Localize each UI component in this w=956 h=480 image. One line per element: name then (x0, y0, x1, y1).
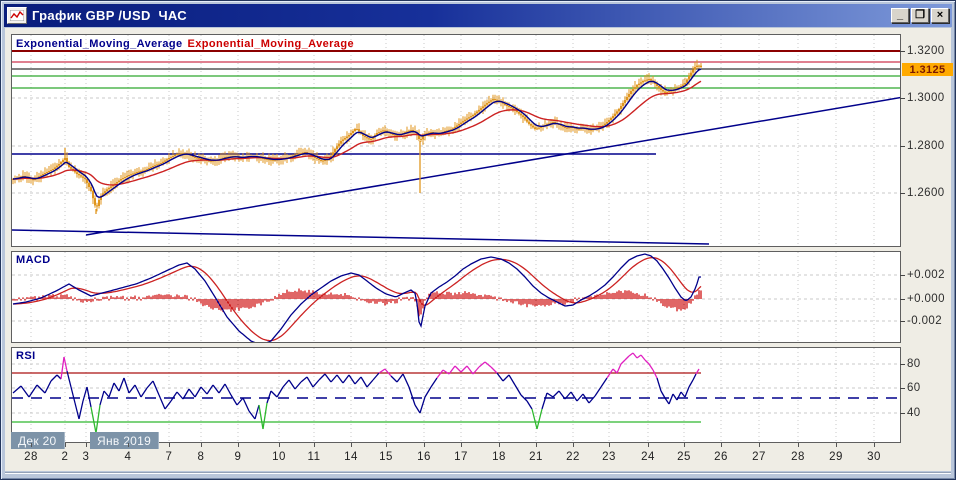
rsi-axis-label: 60 (907, 382, 921, 394)
date-axis-label: 2 (61, 451, 69, 463)
macd-axis-label: +0.000 (907, 293, 945, 305)
rsi-axis-tick (900, 388, 905, 389)
date-axis-label: 23 (602, 451, 616, 463)
price-axis-tick (900, 51, 905, 52)
date-axis-label: 26 (714, 451, 728, 463)
date-axis-label: 28 (24, 451, 38, 463)
price-axis-label: 1.2600 (907, 187, 945, 199)
date-axis-label: 10 (272, 451, 286, 463)
date-axis-label: 25 (677, 451, 691, 463)
ema-label-1: Exponential_Moving_Average (187, 38, 354, 50)
macd-axis-label: -0.002 (907, 315, 943, 327)
current-price-tag: 1.3125 (902, 63, 953, 76)
date-axis-tick (386, 443, 387, 447)
date-axis-tick (238, 443, 239, 447)
window-controls: _ ❐ × (891, 8, 949, 23)
date-axis-label: 11 (307, 451, 321, 463)
date-axis-tick (314, 443, 315, 447)
date-axis-tick (684, 443, 685, 447)
price-axis-tick (900, 193, 905, 194)
maximize-button[interactable]: ❐ (911, 8, 929, 23)
date-axis-label: 18 (492, 451, 506, 463)
price-axis-tick (900, 146, 905, 147)
date-axis-label: 29 (829, 451, 843, 463)
price-axis-tick (900, 98, 905, 99)
date-axis-label: 30 (867, 451, 881, 463)
date-axis-tick (86, 443, 87, 447)
title-bar[interactable]: График GBP /USD ЧАС _ ❐ × (4, 4, 952, 27)
date-axis-tick (31, 443, 32, 447)
date-axis-label: 24 (641, 451, 655, 463)
chart-icon (7, 7, 27, 24)
date-axis-label: 4 (124, 451, 132, 463)
macd-canvas[interactable] (12, 252, 900, 342)
period-label: Янв 2019 (90, 432, 160, 449)
rsi-axis-tick (900, 413, 905, 414)
date-axis-label: 16 (417, 451, 431, 463)
date-axis-tick (648, 443, 649, 447)
date-axis-label: 17 (454, 451, 468, 463)
date-axis-label: 21 (529, 451, 543, 463)
price-axis-label: 1.3000 (907, 92, 945, 104)
price-axis-label: 1.3200 (907, 45, 945, 57)
date-axis-label: 9 (234, 451, 242, 463)
date-axis-tick (65, 443, 66, 447)
macd-label: MACD (16, 254, 51, 266)
bottom-groove (5, 472, 951, 474)
date-axis-label: 28 (791, 451, 805, 463)
price-chart-panel[interactable]: Exponential_Moving_Average Exponential_Mo… (11, 34, 901, 247)
rsi-axis-label: 80 (907, 358, 921, 370)
date-axis-label: 15 (379, 451, 393, 463)
date-axis-label: 3 (82, 451, 90, 463)
date-axis-tick (424, 443, 425, 447)
date-axis-tick (499, 443, 500, 447)
rsi-canvas[interactable] (12, 348, 900, 442)
date-axis-tick (201, 443, 202, 447)
ema-indicator-labels: Exponential_Moving_Average Exponential_Mo… (16, 38, 354, 50)
date-axis-label: 7 (165, 451, 173, 463)
date-axis-tick (573, 443, 574, 447)
date-axis-tick (609, 443, 610, 447)
macd-axis-tick (900, 275, 905, 276)
minimize-button[interactable]: _ (891, 8, 909, 23)
date-axis-tick (721, 443, 722, 447)
period-label: Дек 20 (11, 432, 65, 449)
close-button[interactable]: × (931, 8, 949, 23)
date-axis-tick (836, 443, 837, 447)
rsi-label: RSI (16, 350, 36, 362)
date-axis-tick (279, 443, 280, 447)
ema-label-0: Exponential_Moving_Average (16, 38, 183, 50)
rsi-panel[interactable]: RSI (11, 347, 901, 443)
window-title: График GBP /USD ЧАС (32, 8, 187, 23)
rsi-axis-tick (900, 364, 905, 365)
chart-window: График GBP /USD ЧАС _ ❐ × Exponential_Mo… (0, 0, 956, 480)
price-chart-canvas[interactable] (12, 35, 900, 246)
macd-panel[interactable]: MACD (11, 251, 901, 343)
date-axis-tick (461, 443, 462, 447)
date-axis-label: 22 (566, 451, 580, 463)
rsi-axis-label: 40 (907, 407, 921, 419)
date-axis-tick (169, 443, 170, 447)
date-axis-tick (536, 443, 537, 447)
macd-axis-label: +0.002 (907, 269, 945, 281)
macd-axis-tick (900, 299, 905, 300)
macd-axis-tick (900, 321, 905, 322)
date-axis-label: 8 (197, 451, 205, 463)
date-axis-tick (351, 443, 352, 447)
date-axis-tick (128, 443, 129, 447)
date-axis-label: 14 (344, 451, 358, 463)
date-axis-label: 27 (752, 451, 766, 463)
date-axis-tick (798, 443, 799, 447)
date-axis-tick (759, 443, 760, 447)
price-axis-label: 1.2800 (907, 140, 945, 152)
date-axis-tick (874, 443, 875, 447)
